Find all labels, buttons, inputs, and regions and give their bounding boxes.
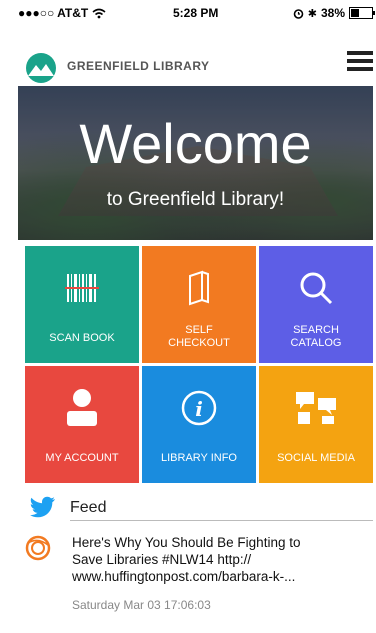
self-checkout-tile[interactable]: SELF CHECKOUT <box>142 246 256 363</box>
svg-text:i: i <box>195 397 203 421</box>
feed-divider <box>70 520 373 521</box>
app-title: GREENFIELD LIBRARY <box>67 59 210 73</box>
app-header: GREENFIELD LIBRARY <box>18 44 373 83</box>
welcome-title: Welcome <box>79 112 312 175</box>
social-media-label: SOCIAL MEDIA <box>277 452 355 464</box>
feed-header: Feed <box>30 495 373 521</box>
hamburger-menu-icon[interactable] <box>347 51 373 77</box>
orange-ring-avatar-icon <box>25 535 51 561</box>
bluetooth-icon: ✱ <box>307 7 317 20</box>
feed-line-1: Here's Why You Should Be Fighting to <box>72 535 301 550</box>
status-bar-right: ✱ 38% <box>293 6 375 20</box>
battery-percent: 38% <box>320 6 345 20</box>
scan-book-tile[interactable]: SCAN BOOK <box>25 246 139 363</box>
self-checkout-label: SELF CHECKOUT <box>168 324 230 349</box>
my-account-tile[interactable]: MY ACCOUNT <box>25 366 139 483</box>
status-time: 5:28 PM <box>173 6 219 20</box>
user-icon <box>67 389 97 426</box>
feed-item-text: Here's Why You Should Be Fighting to Sav… <box>72 534 372 585</box>
my-account-label: MY ACCOUNT <box>45 452 119 464</box>
social-media-tile[interactable]: SOCIAL MEDIA <box>259 366 373 483</box>
book-icon <box>189 270 209 306</box>
feed-item[interactable]: Here's Why You Should Be Fighting to Sav… <box>24 530 374 615</box>
battery-fill <box>351 9 360 17</box>
carrier-label: ●●●○○ AT&T <box>18 6 89 20</box>
app-screen: ●●●○○ AT&T 5:28 PM ✱ 38% GREENFIELD LIBR… <box>0 0 376 633</box>
barcode-icon <box>65 274 99 302</box>
scan-book-label: SCAN BOOK <box>49 332 115 344</box>
search-icon <box>300 272 333 305</box>
library-info-label: LIBRARY INFO <box>160 452 237 464</box>
social-media-icon <box>296 392 336 424</box>
battery-icon <box>349 7 375 19</box>
info-icon: i <box>181 390 217 426</box>
twitter-icon <box>30 496 55 518</box>
search-catalog-label: SEARCH CATALOG <box>290 324 342 349</box>
library-info-tile[interactable]: i LIBRARY INFO <box>142 366 256 483</box>
feed-line-3: www.huffingtonpost.com/barbara-k-... <box>72 569 296 584</box>
feed-timestamp: Saturday Mar 03 17:06:03 <box>72 598 211 612</box>
mountain-logo-icon <box>26 53 56 83</box>
feed-line-2: Save Libraries #NLW14 http:// <box>72 552 252 567</box>
welcome-subtitle: to Greenfield Library! <box>106 189 285 210</box>
status-bar: ●●●○○ AT&T 5:28 PM ✱ 38% <box>18 6 375 26</box>
wifi-icon <box>92 8 106 18</box>
status-bar-left: ●●●○○ AT&T <box>18 6 106 20</box>
feed-title: Feed <box>70 499 107 516</box>
action-tiles: SCAN BOOK SELF CHECKOUT SEARCH CATALOG M… <box>25 246 373 486</box>
search-catalog-tile[interactable]: SEARCH CATALOG <box>259 246 373 363</box>
alarm-icon <box>293 8 304 19</box>
welcome-banner: Welcome to Greenfield Library! <box>18 86 373 240</box>
